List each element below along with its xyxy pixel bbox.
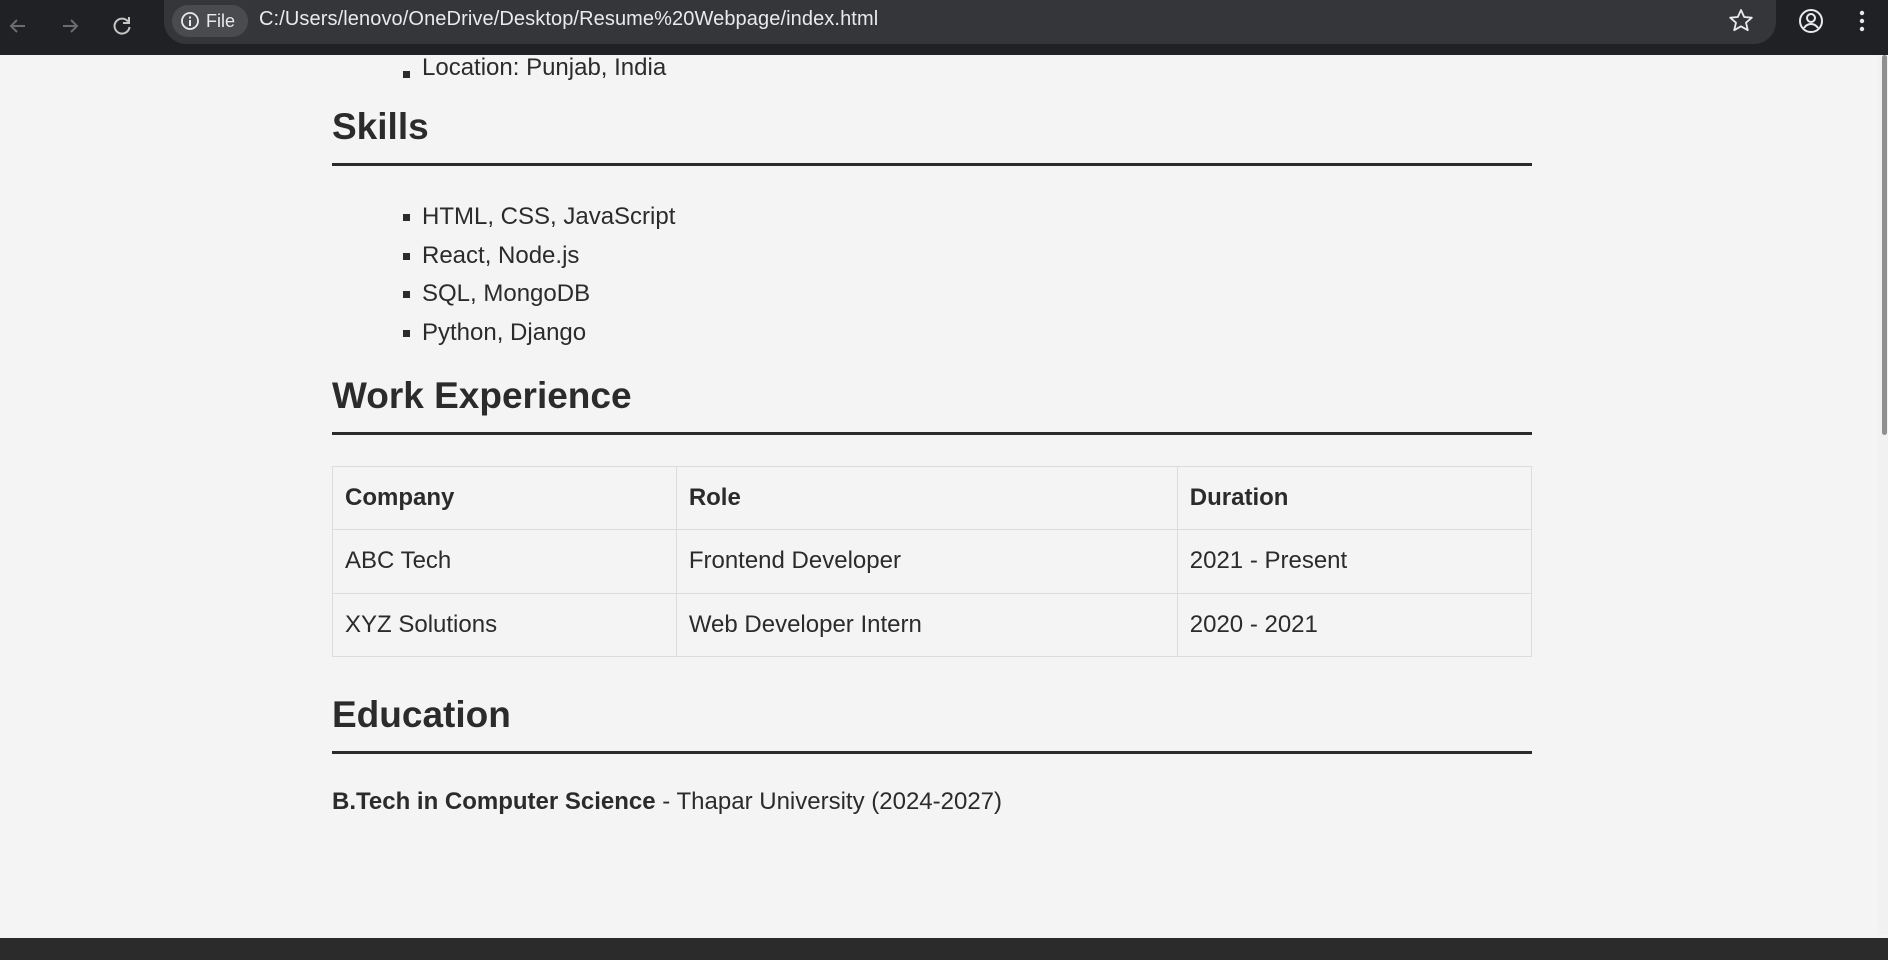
table-cell: ABC Tech	[332, 529, 677, 594]
table-cell: 2021 - Present	[1176, 529, 1533, 594]
work-heading: Work Experience	[332, 376, 1532, 435]
degree-name: B.Tech in Computer Science	[332, 787, 656, 815]
list-item: SQL, MongoDB	[402, 275, 1532, 314]
browser-toolbar: File C:/Users/lenovo/OneDrive/Desktop/Re…	[0, 0, 1888, 55]
column-header: Role	[675, 465, 1178, 531]
education-heading: Education	[332, 694, 1532, 754]
education-entry: B.Tech in Computer Science - Thapar Univ…	[332, 788, 1532, 816]
contact-list: Location: Punjab, India	[402, 55, 1532, 81]
table-cell: 2020 - 2021	[1176, 592, 1533, 657]
account-icon	[1799, 9, 1823, 33]
arrow-right-icon	[63, 19, 79, 33]
column-header: Duration	[1176, 465, 1533, 531]
info-icon	[181, 12, 199, 30]
forward-button[interactable]	[52, 8, 88, 44]
table-cell: Frontend Developer	[675, 529, 1178, 594]
institution-detail: - Thapar University (2024-2027)	[655, 787, 1003, 815]
skills-list: HTML, CSS, JavaScript React, Node.js SQL…	[402, 198, 1532, 352]
reload-button[interactable]	[104, 8, 140, 44]
reload-icon	[113, 17, 131, 35]
footer-bar	[0, 938, 1888, 960]
more-vert-icon	[1859, 10, 1865, 32]
table-row: ABC Tech Frontend Developer 2021 - Prese…	[332, 529, 1533, 594]
resume-content: Location: Punjab, India Skills HTML, CSS…	[332, 55, 1533, 816]
bookmark-button[interactable]	[1726, 6, 1756, 41]
chip-label: File	[206, 10, 236, 31]
star-icon	[1729, 9, 1753, 32]
back-button[interactable]	[0, 8, 36, 44]
work-table: Company Role Duration ABC Tech Frontend …	[332, 465, 1533, 657]
list-item: React, Node.js	[402, 237, 1532, 276]
arrow-left-icon	[9, 19, 25, 33]
profile-button[interactable]	[1796, 6, 1826, 41]
scrollbar-thumb[interactable]	[1882, 55, 1887, 435]
table-cell: XYZ Solutions	[332, 592, 677, 657]
site-info-chip[interactable]: File	[172, 5, 248, 37]
list-item: Python, Django	[402, 314, 1532, 353]
skills-heading: Skills	[332, 107, 1532, 166]
list-item: HTML, CSS, JavaScript	[402, 198, 1532, 237]
column-header: Company	[332, 465, 677, 531]
table-header-row: Company Role Duration	[332, 465, 1533, 531]
table-row: XYZ Solutions Web Developer Intern 2020 …	[332, 592, 1533, 657]
url-text[interactable]: C:/Users/lenovo/OneDrive/Desktop/Resume%…	[259, 8, 878, 31]
table-cell: Web Developer Intern	[675, 592, 1178, 657]
list-item: Location: Punjab, India	[402, 55, 1532, 81]
browser-menu-button[interactable]	[1852, 6, 1872, 41]
